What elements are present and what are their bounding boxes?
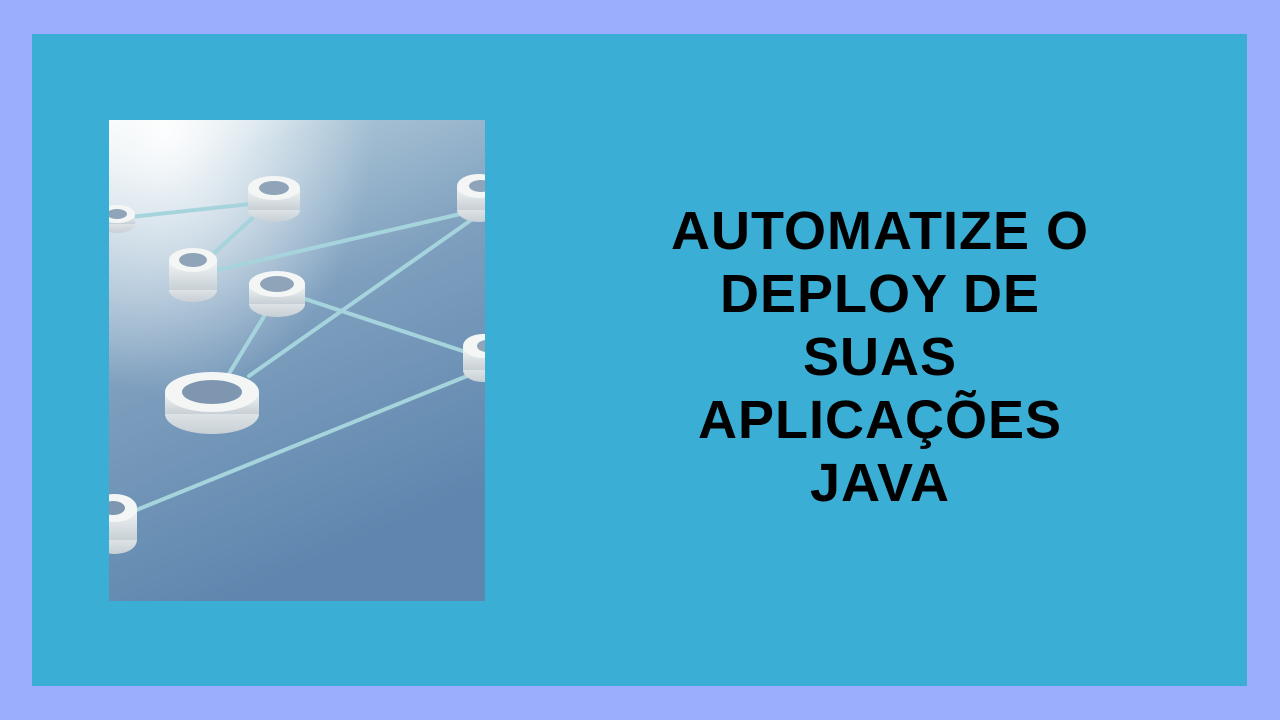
network-node: [169, 248, 217, 302]
headline: AUTOMATIZE O DEPLOY DE SUAS APLICAÇÕES J…: [600, 200, 1160, 515]
headline-line: AUTOMATIZE O: [671, 201, 1089, 261]
network-node: [248, 176, 300, 222]
network-node: [165, 372, 259, 434]
network-nodes-image: [109, 120, 485, 601]
headline-line: APLICAÇÕES: [697, 390, 1063, 450]
headline-line: DEPLOY DE: [719, 264, 1041, 324]
network-node: [249, 271, 305, 317]
network-node: [457, 174, 485, 222]
network-node: [109, 205, 135, 233]
network-node: [109, 494, 137, 554]
network-nodes-graphic: [109, 120, 485, 601]
network-node: [463, 334, 485, 382]
headline-line: JAVA: [809, 453, 951, 513]
headline-line: SUAS: [802, 327, 958, 387]
